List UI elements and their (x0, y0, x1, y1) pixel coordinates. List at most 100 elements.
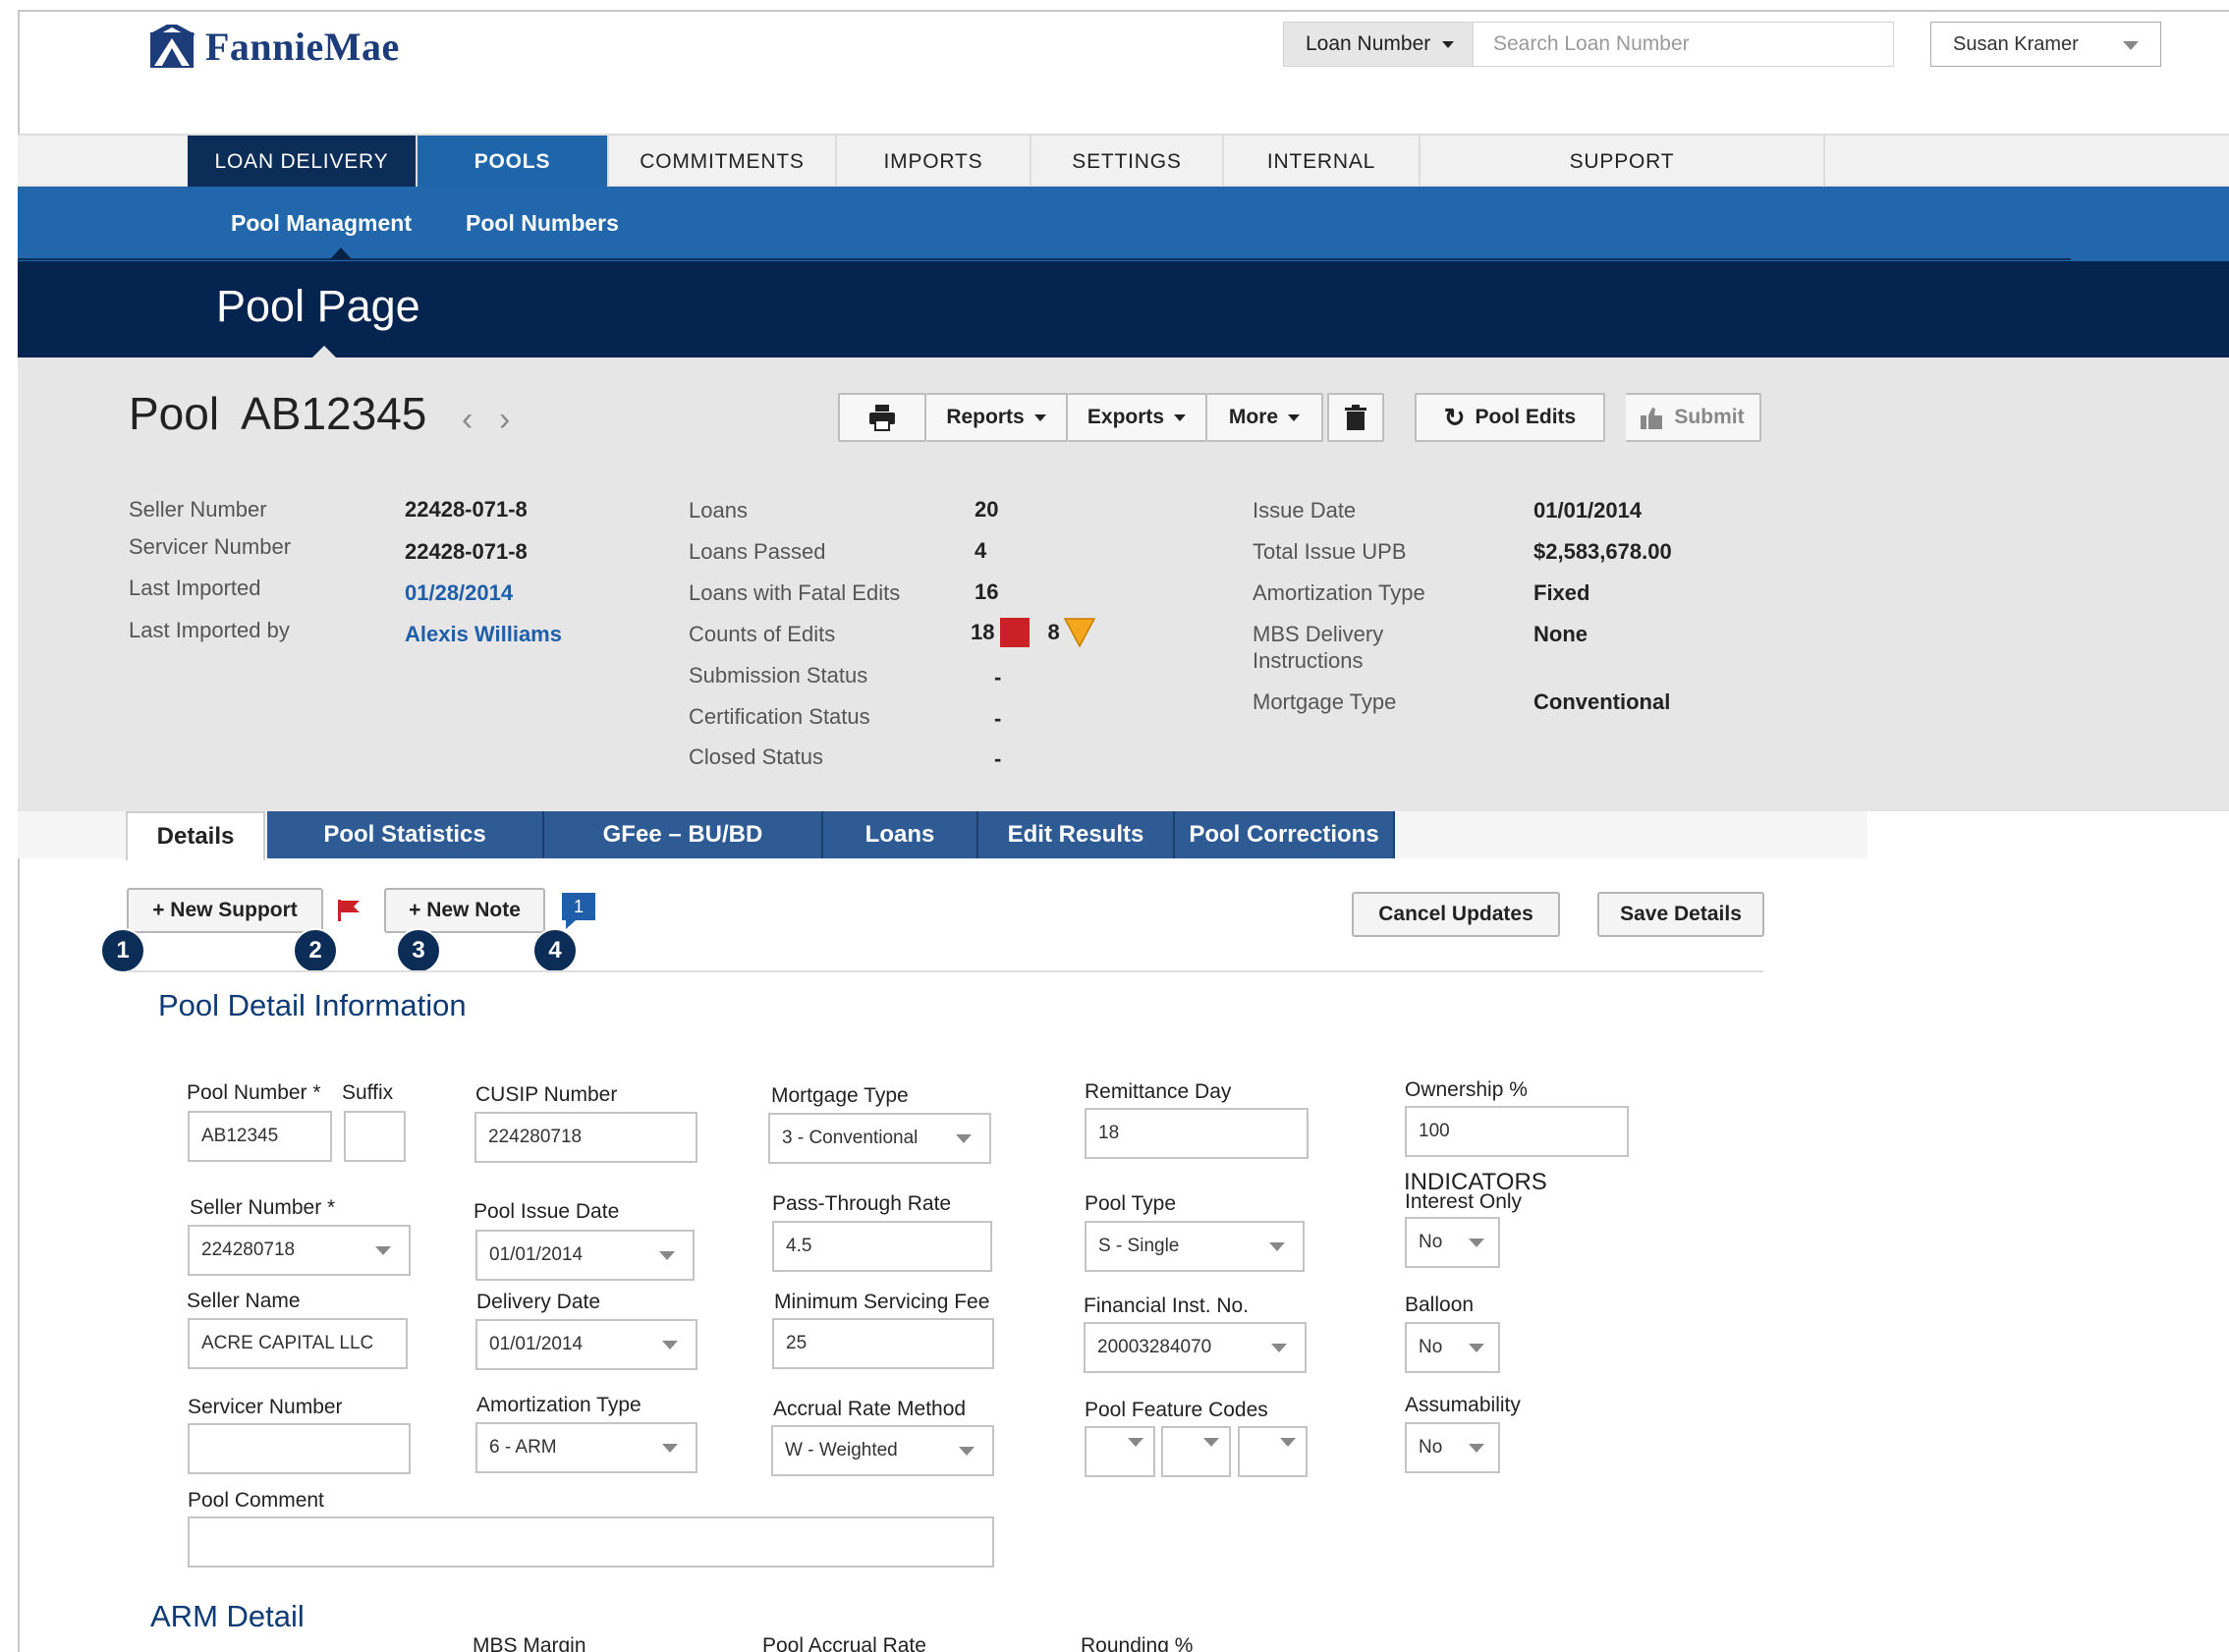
pool-type-select[interactable]: S - Single (1085, 1221, 1305, 1272)
printer-icon (869, 405, 895, 431)
financial-inst-select[interactable]: 20003284070 (1084, 1322, 1307, 1373)
amortization-type-value: Fixed (1533, 580, 1590, 605)
cusip-label: CUSIP Number (475, 1083, 618, 1106)
callout-badge-1: 1 (100, 928, 145, 973)
last-imported-by-link[interactable]: Alexis Williams (405, 622, 562, 647)
page-header: Pool Page (18, 261, 2229, 358)
min-servicing-fee-input[interactable]: 25 (772, 1318, 994, 1369)
cancel-updates-button[interactable]: Cancel Updates (1352, 892, 1560, 937)
fanniemae-house-icon (150, 24, 195, 68)
rounding-label: Rounding % (1081, 1634, 1194, 1652)
pool-toolbar: Reports Exports More (838, 393, 1384, 442)
active-pointer (312, 346, 336, 358)
balloon-label: Balloon (1405, 1294, 1475, 1316)
nav-tab-settings[interactable]: SETTINGS (1031, 136, 1224, 188)
new-support-button[interactable]: + New Support (127, 888, 323, 933)
pool-label: Pool (129, 388, 220, 439)
refresh-icon: ↻ (1443, 402, 1466, 432)
pool-number-input[interactable]: AB12345 (188, 1111, 332, 1162)
remittance-day-input[interactable]: 18 (1085, 1108, 1309, 1159)
balloon-select[interactable]: No (1405, 1322, 1500, 1373)
loans-label: Loans (689, 498, 748, 523)
pool-issue-date-value: 01/01/2014 (489, 1244, 584, 1265)
servicer-number-label: Servicer Number (129, 534, 292, 559)
search-type-dropdown[interactable]: Loan Number (1283, 22, 1474, 67)
loans-passed-value: 4 (975, 538, 987, 563)
save-details-button[interactable]: Save Details (1597, 892, 1764, 937)
delivery-date-select[interactable]: 01/01/2014 (475, 1319, 697, 1370)
user-menu[interactable]: Susan Kramer (1930, 22, 2161, 67)
note-count-badge[interactable]: 1 (562, 893, 595, 920)
min-servicing-fee-label: Minimum Servicing Fee (774, 1291, 990, 1313)
seller-name-input[interactable]: ACRE CAPITAL LLC (188, 1318, 408, 1369)
nav-tab-support-label: SUPPORT (1569, 149, 1675, 173)
nav-tab-support[interactable]: SUPPORT (1421, 136, 1825, 188)
delete-button[interactable] (1327, 393, 1384, 442)
ownership-input[interactable]: 100 (1405, 1106, 1629, 1157)
search-input[interactable] (1474, 22, 1894, 67)
fatal-count: 18 (971, 620, 995, 644)
next-pool-icon[interactable]: › (499, 401, 510, 439)
pool-edits-button[interactable]: ↻ Pool Edits (1415, 393, 1605, 442)
suffix-input[interactable] (344, 1111, 406, 1162)
servicer-number-input[interactable] (188, 1423, 411, 1474)
reports-dropdown[interactable]: Reports (926, 393, 1068, 442)
seller-number-select-value: 224280718 (201, 1239, 296, 1260)
interest-only-select[interactable]: No (1405, 1217, 1500, 1268)
nav-tab-internal[interactable]: INTERNAL (1224, 136, 1421, 188)
pool-feature-code-2[interactable] (1161, 1426, 1231, 1477)
tab-pool-statistics[interactable]: Pool Statistics (267, 811, 544, 858)
nav-tab-pools[interactable]: POOLS (418, 136, 609, 188)
exports-label: Exports (1087, 406, 1165, 428)
detail-tabs: Details Pool Statistics GFee – BU/BD Loa… (18, 811, 1867, 860)
pool-feature-code-1[interactable] (1085, 1426, 1155, 1477)
tab-gfee[interactable]: GFee – BU/BD (544, 811, 823, 858)
tab-details[interactable]: Details (126, 811, 265, 860)
mortgage-type-select[interactable]: 3 - Conventional (768, 1113, 991, 1164)
tab-edit-results[interactable]: Edit Results (978, 811, 1175, 858)
pass-through-rate-input[interactable]: 4.5 (772, 1221, 992, 1272)
seller-name-label: Seller Name (187, 1290, 301, 1312)
subnav-pool-numbers[interactable]: Pool Numbers (466, 210, 619, 237)
nav-tab-loan-delivery[interactable]: LOAN DELIVERY (188, 136, 418, 188)
seller-number-select[interactable]: 224280718 (188, 1225, 411, 1276)
submit-button[interactable]: Submit (1626, 393, 1761, 442)
nav-tab-imports[interactable]: IMPORTS (837, 136, 1031, 188)
subnav-divider (18, 258, 2071, 260)
reports-label: Reports (946, 406, 1025, 428)
more-dropdown[interactable]: More (1207, 393, 1323, 442)
accrual-rate-method-select[interactable]: W - Weighted (771, 1425, 994, 1476)
submission-status-label: Submission Status (689, 663, 868, 688)
main-nav: LOAN DELIVERY POOLS COMMITMENTS IMPORTS … (18, 134, 2229, 188)
tab-pool-corrections[interactable]: Pool Corrections (1175, 811, 1395, 858)
assumability-select[interactable]: No (1405, 1422, 1500, 1473)
fanniemae-logo[interactable]: FannieMae (150, 24, 400, 70)
subnav-pool-management[interactable]: Pool Managment (231, 210, 412, 237)
new-note-button[interactable]: + New Note (384, 888, 545, 933)
prev-pool-icon[interactable]: ‹ (462, 401, 473, 439)
submission-status-value: - (994, 665, 1002, 689)
print-button[interactable] (838, 393, 926, 442)
cusip-input[interactable]: 224280718 (474, 1112, 697, 1163)
suffix-label: Suffix (342, 1081, 394, 1104)
pool-feature-code-3[interactable] (1238, 1426, 1308, 1477)
last-imported-link[interactable]: 01/28/2014 (405, 580, 513, 606)
remittance-day-label: Remittance Day (1085, 1080, 1232, 1103)
tab-loans[interactable]: Loans (823, 811, 978, 858)
assumability-label: Assumability (1405, 1394, 1521, 1416)
pool-edits-label: Pool Edits (1475, 406, 1577, 428)
loans-value: 20 (975, 497, 999, 522)
counts-of-edits-value[interactable]: 18 8 (971, 618, 1095, 647)
mbs-delivery-value: None (1533, 622, 1588, 646)
amortization-type-select[interactable]: 6 - ARM (475, 1422, 697, 1473)
sub-nav: Pool Managment Pool Numbers (18, 187, 2229, 261)
amortization-type-select-value: 6 - ARM (489, 1437, 557, 1458)
nav-tab-commitments[interactable]: COMMITMENTS (609, 136, 837, 188)
caret-down-icon (1271, 1344, 1287, 1352)
flag-icon[interactable] (336, 898, 362, 923)
fatal-edits-label: Loans with Fatal Edits (689, 580, 901, 605)
pool-comment-input[interactable] (188, 1516, 994, 1568)
exports-dropdown[interactable]: Exports (1068, 393, 1207, 442)
pool-issue-date-select[interactable]: 01/01/2014 (475, 1230, 695, 1281)
submit-label: Submit (1674, 406, 1745, 428)
